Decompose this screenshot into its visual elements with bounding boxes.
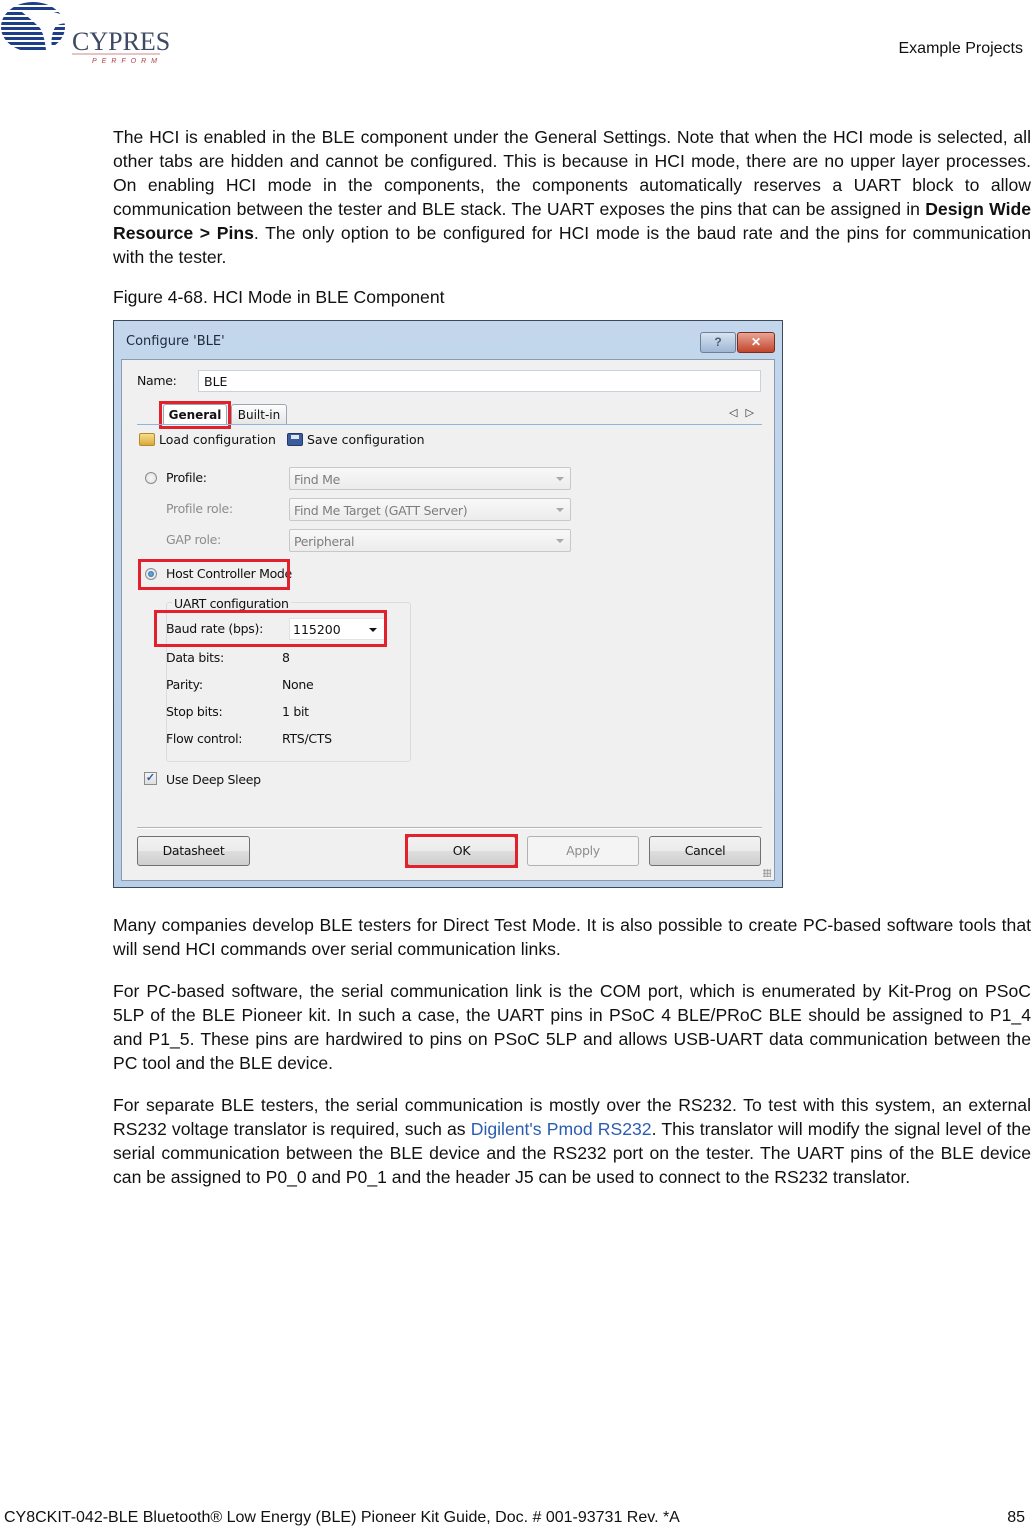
apply-button[interactable]: Apply (527, 836, 639, 866)
data-bits-value: 8 (282, 650, 290, 665)
footer-separator (137, 827, 762, 829)
gap-role-value: Peripheral (294, 534, 355, 549)
name-label: Name: (137, 373, 177, 388)
dialog-titlebar[interactable]: Configure 'BLE' ? ✕ (114, 321, 782, 359)
load-configuration-label: Load configuration (159, 432, 276, 447)
flow-control-label: Flow control: (166, 731, 243, 746)
highlight-baud-rate (154, 610, 387, 647)
gap-role-select[interactable]: Peripheral (289, 529, 571, 552)
digilent-pmod-rs232-link[interactable]: Digilent's Pmod RS232 (471, 1119, 652, 1139)
tab-strip-line (137, 424, 762, 425)
close-button[interactable]: ✕ (737, 332, 775, 353)
stop-bits-label: Stop bits: (166, 704, 223, 719)
uart-group-title: UART configuration (172, 596, 291, 611)
highlight-hci-mode (138, 559, 290, 590)
profile-role-label: Profile role: (166, 501, 233, 516)
chevron-down-icon (556, 508, 564, 512)
data-bits-label: Data bits: (166, 650, 224, 665)
chevron-down-icon (556, 477, 564, 481)
dialog-client-area: Name: BLE General Built-in ◁▷ Load confi… (121, 359, 775, 881)
footer-doc-info: CY8CKIT-042-BLE Bluetooth® Low Energy (B… (4, 1509, 680, 1526)
paragraph-dtm-testers: Many companies develop BLE testers for D… (113, 915, 1031, 959)
figure-caption: Figure 4-68. HCI Mode in BLE Component (113, 287, 445, 307)
cypress-logo: CYPRESS PERFORM (0, 0, 185, 70)
profile-label: Profile: (166, 470, 207, 485)
save-configuration-button[interactable]: Save configuration (287, 432, 425, 447)
configure-ble-dialog: Configure 'BLE' ? ✕ Name: BLE General Bu… (113, 320, 783, 888)
gap-role-label: GAP role: (166, 532, 221, 547)
paragraph-separate-testers: For separate BLE testers, the serial com… (113, 1093, 1031, 1189)
tab-scroll-arrows-icon[interactable]: ◁▷ (729, 406, 762, 419)
load-configuration-button[interactable]: Load configuration (139, 432, 276, 447)
floppy-disk-icon (287, 433, 303, 446)
logo-text: CYPRESS (72, 27, 170, 56)
section-title: Example Projects (898, 40, 1024, 57)
datasheet-button[interactable]: Datasheet (137, 836, 250, 866)
text-run: The HCI is enabled in the BLE component … (113, 127, 1031, 219)
use-deep-sleep-checkbox[interactable]: ✓ (144, 772, 157, 785)
paragraph-pc-software: For PC-based software, the serial commun… (113, 981, 1031, 1073)
highlight-ok-button (405, 834, 518, 868)
profile-role-select[interactable]: Find Me Target (GATT Server) (289, 498, 571, 521)
use-deep-sleep-label: Use Deep Sleep (166, 772, 261, 787)
dialog-title: Configure 'BLE' (126, 334, 225, 349)
page-number: 85 (1007, 1509, 1025, 1526)
chevron-down-icon (556, 539, 564, 543)
cypress-logo-graphic: CYPRESS PERFORM (1, 2, 185, 65)
flow-control-value: RTS/CTS (282, 731, 332, 746)
cancel-button[interactable]: Cancel (649, 836, 761, 866)
folder-open-icon (139, 433, 155, 446)
stop-bits-value: 1 bit (282, 704, 309, 719)
profile-radio[interactable] (145, 472, 157, 484)
help-button[interactable]: ? (700, 332, 736, 353)
profile-select[interactable]: Find Me (289, 467, 571, 490)
parity-value: None (282, 677, 314, 692)
resize-grip-icon[interactable] (763, 869, 771, 877)
paragraph-hci-intro: The HCI is enabled in the BLE component … (113, 125, 1031, 269)
profile-value: Find Me (294, 472, 340, 487)
name-value: BLE (204, 374, 228, 389)
profile-role-value: Find Me Target (GATT Server) (294, 503, 468, 518)
logo-tagline: PERFORM (92, 58, 162, 65)
name-input[interactable]: BLE (198, 370, 761, 392)
save-configuration-label: Save configuration (307, 432, 425, 447)
parity-label: Parity: (166, 677, 203, 692)
tab-built-in[interactable]: Built-in (231, 404, 287, 424)
